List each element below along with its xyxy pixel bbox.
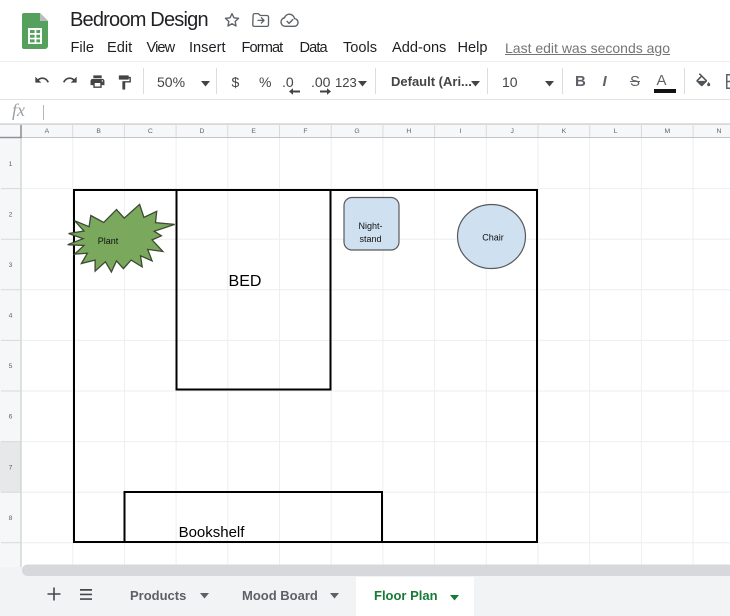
svg-text:E: E	[251, 128, 256, 135]
svg-text:K: K	[562, 128, 567, 135]
svg-text:J: J	[510, 128, 513, 135]
svg-text:2: 2	[9, 211, 13, 218]
svg-text:6: 6	[9, 414, 13, 421]
svg-text:M: M	[664, 128, 670, 135]
svg-text:7: 7	[9, 464, 13, 471]
svg-text:N: N	[717, 128, 722, 135]
svg-text:4: 4	[9, 313, 13, 320]
svg-text:G: G	[354, 128, 359, 135]
svg-text:L: L	[614, 128, 618, 135]
svg-text:5: 5	[9, 363, 13, 370]
svg-text:F: F	[303, 128, 307, 135]
svg-text:Chair: Chair	[482, 233, 504, 243]
svg-text:D: D	[200, 128, 205, 135]
svg-text:BED: BED	[229, 273, 262, 290]
svg-text:H: H	[406, 128, 411, 135]
svg-text:C: C	[148, 128, 153, 135]
svg-text:3: 3	[9, 262, 13, 269]
svg-text:Plant: Plant	[98, 236, 119, 246]
svg-text:1: 1	[9, 161, 13, 168]
svg-text:stand: stand	[359, 234, 381, 244]
svg-text:A: A	[45, 128, 50, 135]
svg-text:8: 8	[9, 515, 13, 522]
svg-text:Night-: Night-	[358, 221, 382, 231]
svg-text:B: B	[96, 128, 101, 135]
svg-text:Bookshelf: Bookshelf	[179, 524, 246, 541]
svg-text:I: I	[460, 128, 462, 135]
